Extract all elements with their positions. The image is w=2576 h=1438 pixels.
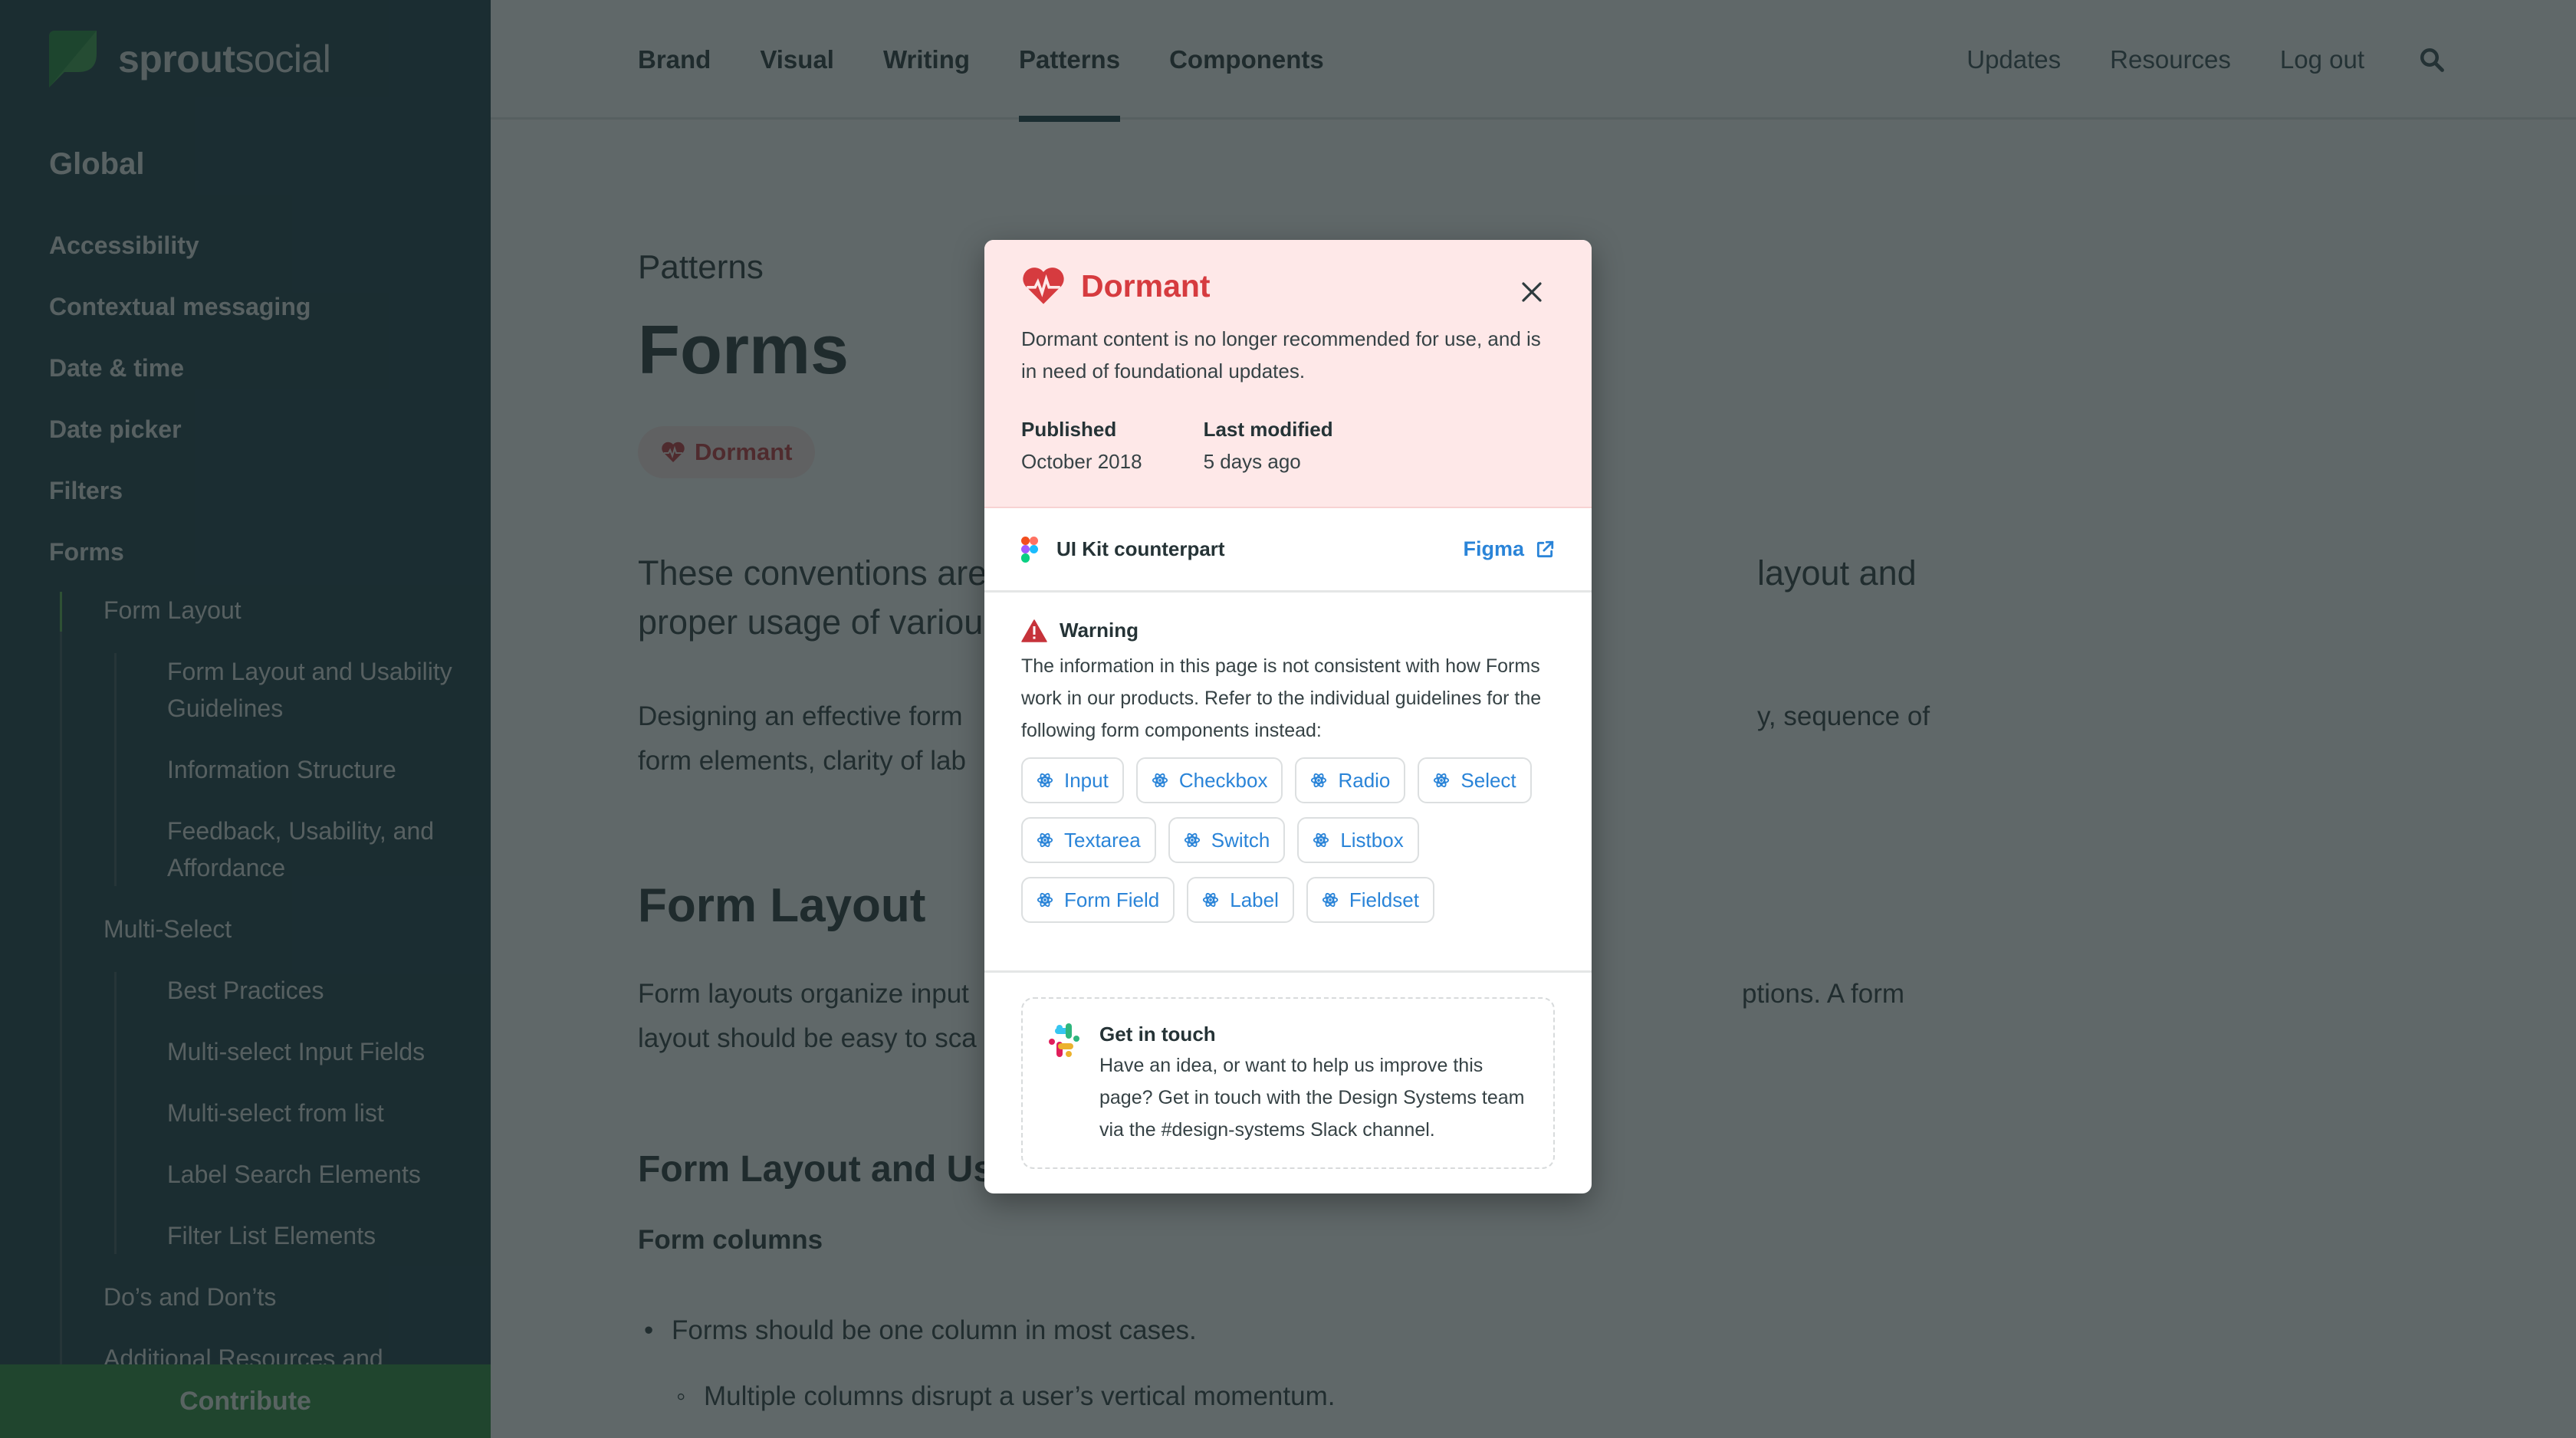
warning-icon: [1021, 619, 1047, 642]
get-in-touch-title: Get in touch: [1099, 1023, 1216, 1046]
component-link-checkbox[interactable]: Checkbox: [1135, 757, 1283, 803]
atom-icon: [1037, 773, 1053, 788]
component-link-radio[interactable]: Radio: [1295, 757, 1406, 803]
warning-body: The information in this page is not cons…: [1021, 655, 1542, 741]
dialog-title: Dormant: [1081, 268, 1211, 304]
component-link-input[interactable]: Input: [1021, 757, 1124, 803]
atom-icon: [1184, 832, 1200, 848]
atom-icon: [1037, 832, 1053, 848]
atom-icon: [1434, 773, 1450, 788]
figma-link[interactable]: Figma: [1463, 537, 1555, 561]
atom-icon: [1037, 892, 1053, 908]
component-link-listbox[interactable]: Listbox: [1297, 817, 1419, 863]
last-modified-label: Last modified: [1203, 418, 1333, 441]
warning-title: Warning: [1060, 619, 1139, 642]
atom-icon: [1152, 773, 1168, 788]
warning-section: Warning The information in this page is …: [984, 593, 1592, 973]
close-button[interactable]: [1516, 277, 1547, 307]
status-dialog-header: Dormant Dormant content is no longer rec…: [984, 240, 1592, 508]
component-link-textarea[interactable]: Textarea: [1021, 817, 1156, 863]
component-links: Input Checkbox Radio Select Textarea Swi…: [1021, 757, 1558, 937]
atom-icon: [1203, 892, 1219, 908]
ui-kit-label: UI Kit counterpart: [1056, 537, 1225, 560]
status-dialog: Dormant Dormant content is no longer rec…: [984, 240, 1592, 1193]
figma-icon: [1021, 536, 1038, 563]
atom-icon: [1313, 832, 1329, 848]
slack-icon: [1049, 1023, 1079, 1057]
component-link-select[interactable]: Select: [1418, 757, 1532, 803]
figma-link-label: Figma: [1463, 537, 1524, 560]
get-in-touch-body: Have an idea, or want to help us improve…: [1099, 1055, 1525, 1141]
atom-icon: [1311, 773, 1327, 788]
last-modified-value: 5 days ago: [1203, 450, 1301, 473]
published-label: Published: [1021, 418, 1117, 441]
component-link-label[interactable]: Label: [1187, 877, 1294, 923]
component-link-fieldset[interactable]: Fieldset: [1306, 877, 1434, 923]
get-in-touch-card: Get in touch Have an idea, or want to he…: [1021, 997, 1555, 1169]
published-value: October 2018: [1021, 450, 1142, 473]
ui-kit-row: UI Kit counterpart Figma: [984, 508, 1592, 593]
component-link-form-field[interactable]: Form Field: [1021, 877, 1175, 923]
heartbeat-icon: [1023, 268, 1064, 304]
get-in-touch-section: Get in touch Have an idea, or want to he…: [984, 973, 1592, 1193]
component-link-switch[interactable]: Switch: [1168, 817, 1286, 863]
dialog-meta: Published October 2018 Last modified 5 d…: [1021, 413, 1555, 478]
close-icon: [1522, 282, 1542, 302]
atom-icon: [1322, 892, 1338, 908]
external-link-icon: [1536, 540, 1554, 557]
dialog-description: Dormant content is no longer recommended…: [1021, 327, 1541, 382]
